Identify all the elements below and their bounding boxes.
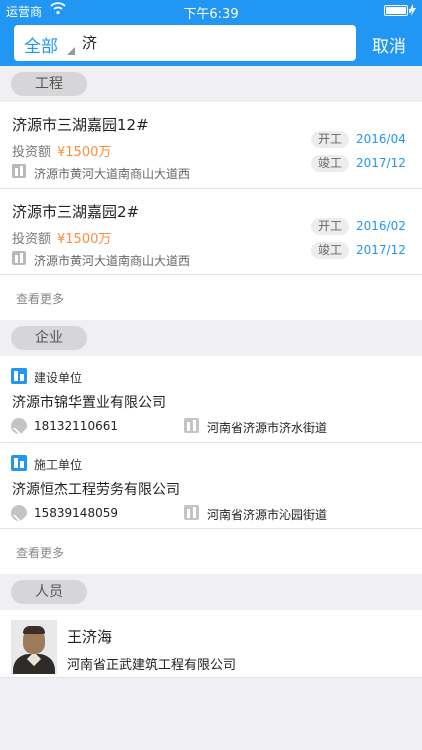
start-badge: 开工 [311,131,349,148]
section-header-companies: 企业 [0,320,422,356]
building-icon [184,418,199,433]
project-address: 济源市黄河大道南商山大道西 [34,167,191,181]
end-badge: 竣工 [311,242,349,259]
project-title: 济源市三湖嘉园12# [12,116,149,134]
search-scope-dropdown[interactable]: 全部 [24,32,58,57]
end-date: 2017/12 [356,243,406,257]
people-card: 王济海 河南省正武建筑工程有限公司 [0,610,422,677]
cancel-button[interactable]: 取消 [372,32,406,57]
section-chip: 企业 [11,326,87,350]
section-header-projects: 工程 [0,66,422,102]
invest-value: ¥1500万 [57,232,112,247]
company-phone[interactable]: 18132110661 [34,419,118,433]
start-date: 2016/02 [356,219,406,233]
company-icon [11,455,27,471]
start-badge: 开工 [311,218,349,235]
status-time: 下午6:39 [183,7,239,22]
dropdown-corner-icon [67,47,75,55]
divider [0,274,422,275]
end-badge: 竣工 [311,155,349,172]
section-chip: 人员 [11,580,87,604]
search-input[interactable] [82,34,342,51]
company-phone[interactable]: 15839148059 [34,506,118,520]
unit-type: 建设单位 [34,371,83,385]
phone-icon [11,505,27,521]
charging-icon [409,4,416,16]
invest-value: ¥1500万 [57,145,112,160]
company-icon [11,368,27,384]
company-name: 济源市锦华置业有限公司 [12,395,166,411]
building-icon [12,251,26,265]
projects-card: 济源市三湖嘉园12# 投资额 ¥1500万 济源市黄河大道南商山大道西 开工 2… [0,102,422,320]
divider [0,528,422,529]
projects-more-link[interactable]: 查看更多 [16,290,64,307]
company-address: 河南省济源市沁园街道 [207,508,328,522]
invest-label: 投资额 [12,232,52,247]
unit-type: 施工单位 [34,458,83,472]
companies-card: 建设单位 济源市锦华置业有限公司 18132110661 河南省济源市济水街道 … [0,356,422,574]
person-name: 王济海 [67,628,113,646]
section-header-people: 人员 [0,574,422,610]
company-address: 河南省济源市济水街道 [207,421,328,435]
end-date: 2017/12 [356,156,406,170]
divider [0,188,422,189]
section-chip: 工程 [11,72,87,96]
divider [0,677,422,678]
top-bar: 运营商 下午6:39 全部 取消 [0,0,422,66]
companies-more-link[interactable]: 查看更多 [16,544,64,561]
search-box: 全部 [14,25,356,61]
company-name: 济源恒杰工程劳务有限公司 [12,482,180,498]
status-bar: 运营商 下午6:39 [0,0,422,22]
divider [0,442,422,443]
phone-icon [11,418,27,434]
start-date: 2016/04 [356,132,406,146]
building-icon [12,164,26,178]
person-company: 河南省正武建筑工程有限公司 [67,658,237,673]
building-icon [184,505,199,520]
battery-icon [384,5,411,16]
invest-label: 投资额 [12,145,52,160]
project-address: 济源市黄河大道南商山大道西 [34,254,191,268]
avatar [11,620,57,674]
project-title: 济源市三湖嘉园2# [12,203,140,221]
